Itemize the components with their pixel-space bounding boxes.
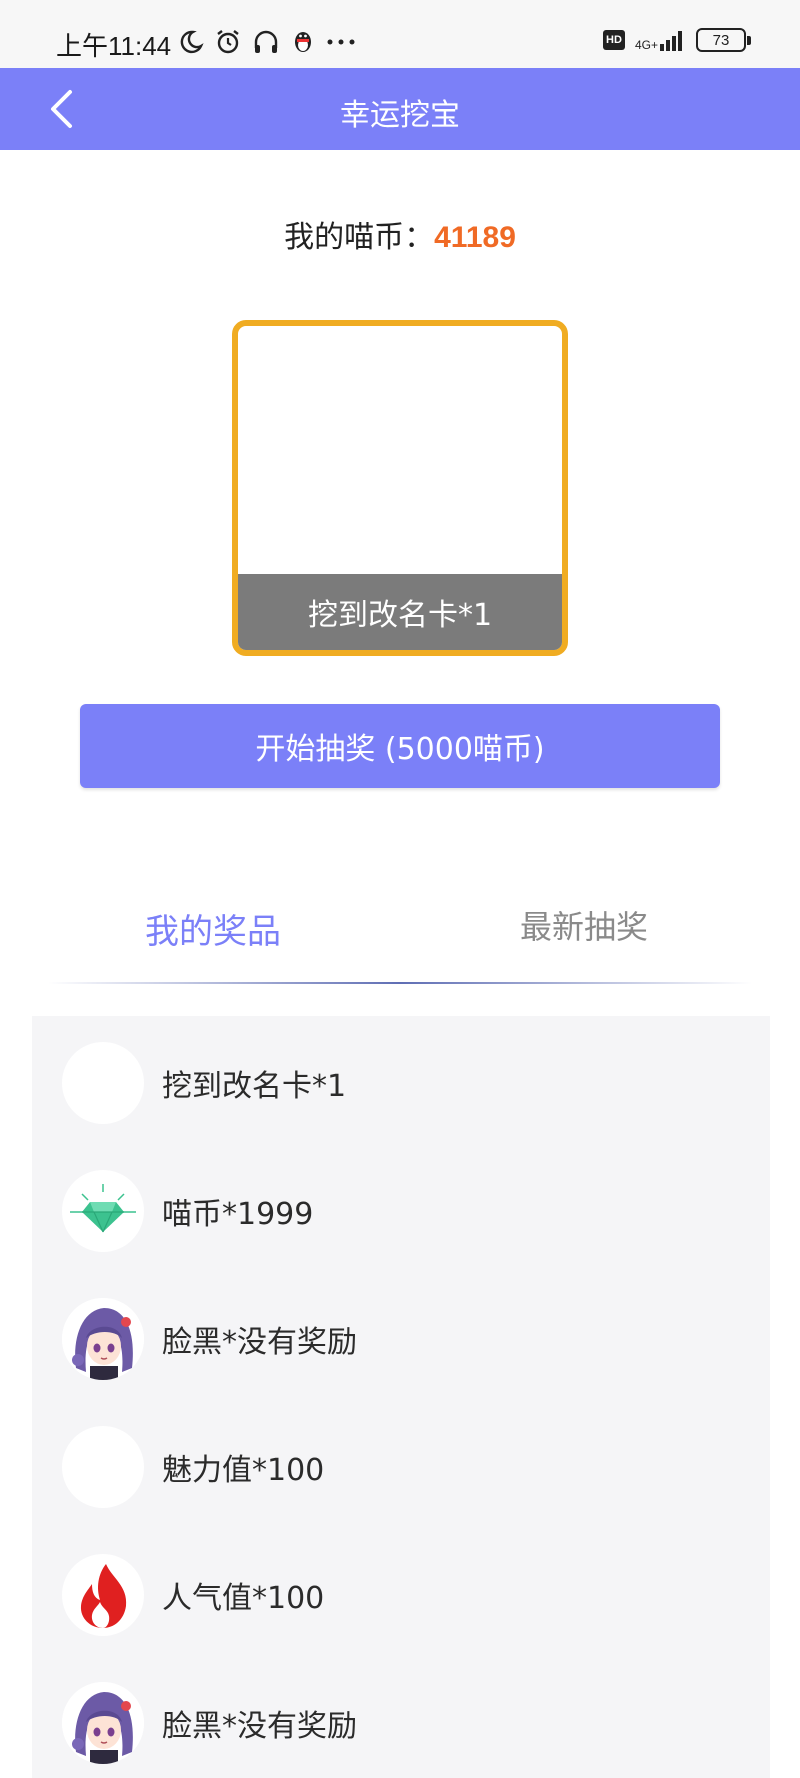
start-draw-button[interactable]: 开始抽奖 (5000喵币) xyxy=(80,704,720,788)
status-time: 上午11:44 xyxy=(56,31,172,61)
coin-balance-label: 我的喵币： xyxy=(284,220,435,255)
page-title: 幸运挖宝 xyxy=(340,98,460,133)
network-type: 4G+ xyxy=(634,38,658,52)
headphones-icon xyxy=(254,30,278,53)
list-item: 人气值*100 xyxy=(62,1551,324,1639)
tab-my-prizes[interactable]: 我的奖品 xyxy=(145,904,281,953)
prize-label: 脸黑*没有奖励 xyxy=(162,1709,357,1744)
alarm-icon xyxy=(217,30,239,54)
qq-penguin-icon xyxy=(295,32,311,52)
battery-icon: 73 xyxy=(696,28,751,52)
prize-label: 脸黑*没有奖励 xyxy=(162,1325,357,1360)
status-bar: 上午11:44 HD 4G+ 73 xyxy=(0,0,800,68)
diamond-icon xyxy=(62,1170,144,1252)
prize-label: 魅力值*100 xyxy=(162,1453,325,1488)
anime-girl-avatar xyxy=(62,1682,144,1764)
more-dots-icon xyxy=(327,39,355,45)
prize-label: 人气值*100 xyxy=(162,1581,325,1616)
prize-display-box: 挖到改名卡*1 xyxy=(232,320,568,656)
prize-caption: 挖到改名卡*1 xyxy=(238,574,562,650)
blank-avatar xyxy=(62,1426,144,1508)
prize-list: 挖到改名卡*1 喵币*1999 脸黑*没有奖励 魅力值*100 人气值*100 … xyxy=(32,1016,770,1778)
prize-label: 挖到改名卡*1 xyxy=(162,1069,347,1104)
prize-tabs: 我的奖品 最新抽奖 xyxy=(0,890,800,974)
signal-group: 4G+ xyxy=(635,29,686,51)
prize-label: 喵币*1999 xyxy=(162,1197,314,1232)
list-item: 魅力值*100 xyxy=(62,1423,324,1511)
status-system-icons: HD 4G+ 73 xyxy=(602,28,751,52)
tab-divider xyxy=(48,982,752,984)
list-item: 脸黑*没有奖励 xyxy=(62,1679,357,1767)
blank-avatar xyxy=(62,1042,144,1124)
list-item: 喵币*1999 xyxy=(62,1167,313,1255)
list-item: 脸黑*没有奖励 xyxy=(62,1295,357,1383)
status-notification-icons xyxy=(178,28,356,56)
coin-balance-value: 41189 xyxy=(434,221,516,254)
anime-girl-avatar xyxy=(62,1298,144,1380)
coin-balance: 我的喵币：41189 xyxy=(0,212,800,256)
moon-icon xyxy=(180,30,204,54)
tab-latest-draws[interactable]: 最新抽奖 xyxy=(520,902,648,948)
list-item: 挖到改名卡*1 xyxy=(62,1039,346,1127)
app-header: 幸运挖宝 xyxy=(0,68,800,150)
fire-icon xyxy=(62,1554,144,1636)
battery-level: 73 xyxy=(712,31,730,49)
hd-icon: HD xyxy=(602,30,625,50)
signal-icon xyxy=(660,31,682,51)
